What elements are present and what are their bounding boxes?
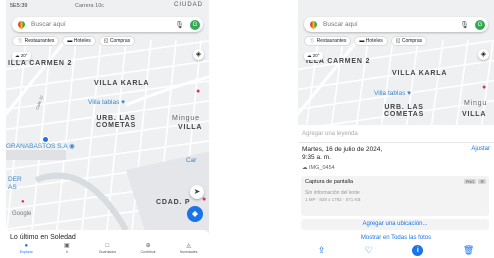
- park-pin-icon: ♥: [407, 90, 411, 97]
- show-all-photos-link[interactable]: Mostrar en Todas las fotos: [298, 235, 494, 241]
- sun-cloud-icon: ☁: [307, 53, 312, 58]
- my-location-dot: [42, 136, 49, 143]
- photo-date: Martes, 16 de julio de 2024, 9:35 a. m.: [302, 146, 383, 161]
- bag-icon: ◱: [395, 38, 401, 44]
- location-arrow-icon: ➤: [193, 187, 201, 196]
- map-label-urb: URB. LAS COMETAS: [384, 104, 425, 118]
- lens-info: Sin información del lente: [305, 190, 360, 196]
- poi-car[interactable]: Car: [186, 157, 196, 164]
- chip-restaurants[interactable]: 🍴 Restaurantes: [12, 36, 60, 46]
- shop-pin-icon: ◉: [69, 143, 75, 150]
- map-label-carmen: ILLA CARMEN 2: [8, 60, 73, 67]
- bag-icon: ◱: [103, 38, 109, 44]
- map-label-urb: URB. LAS COMETAS: [96, 115, 137, 129]
- map-label-mingueo: Mingue: [172, 115, 200, 122]
- bed-icon: ▬: [359, 38, 365, 44]
- map-label-cdad: CDAD. P: [156, 199, 191, 206]
- bottom-tab-bar: ● Explorar ▣ Ir □ Guardados ⊕ Contribuir ◬ No…: [6, 243, 209, 258]
- layers-button[interactable]: ◈: [193, 49, 204, 60]
- bell-icon: ◬: [186, 243, 191, 249]
- compass-button[interactable]: ➤: [190, 185, 204, 199]
- explore-icon: ●: [24, 243, 29, 249]
- red-pin-icon-2[interactable]: ●: [202, 196, 206, 203]
- map-label-karla: VILLA KARLA: [94, 80, 150, 87]
- search-bar[interactable]: Buscar aquí 🎙 G: [12, 17, 203, 32]
- tab-contribute[interactable]: ⊕ Contribuir: [128, 243, 169, 258]
- image-name: ☁ IMG_0454: [302, 165, 335, 171]
- park-pin-icon: ♥: [121, 99, 125, 106]
- maps-pin-icon: [308, 19, 319, 30]
- fork-knife-icon: 🍴: [17, 38, 24, 44]
- tab-saved[interactable]: □ Guardados: [87, 243, 128, 258]
- mic-icon[interactable]: 🎙: [175, 21, 184, 29]
- chip-restaurants[interactable]: 🍴 Restaurantes: [304, 36, 352, 46]
- layers-icon: ◈: [195, 51, 202, 58]
- weather-badge[interactable]: ☁ 20°: [12, 52, 31, 60]
- avatar[interactable]: G: [190, 19, 200, 30]
- info-icon[interactable]: i: [412, 245, 424, 256]
- photo-action-bar: ⇪ ♡ i 🗑: [298, 243, 494, 258]
- source-title: Captura de pantalla: [305, 179, 354, 185]
- poi-villa-tablas[interactable]: Villa tablas ♥: [374, 90, 411, 97]
- map-label-villa-right: VILLA: [462, 111, 487, 118]
- tab-go[interactable]: ▣ Ir: [47, 243, 88, 258]
- format-badge: PNG: [463, 179, 477, 184]
- caption-input[interactable]: Agregar una leyenda: [302, 131, 358, 137]
- chip-shopping[interactable]: ◱ Compras: [98, 36, 136, 46]
- format-badges: PNG ☰: [463, 179, 486, 184]
- search-bar[interactable]: Buscar aquí 🎙 G: [304, 17, 488, 32]
- chip-hotels[interactable]: ▬ Hoteles: [354, 36, 388, 46]
- photo-info-panel: Agregar una leyenda Martes, 16 de julio …: [298, 125, 494, 258]
- metadata-card: Captura de pantalla PNG ☰ Sin informació…: [301, 176, 489, 216]
- maps-pin-icon: [16, 19, 27, 30]
- add-location-button[interactable]: Agregar una ubicación...: [301, 219, 489, 230]
- trash-icon[interactable]: 🗑: [463, 245, 474, 256]
- bed-icon: ▬: [67, 38, 73, 44]
- category-chips: 🍴 Restaurantes ▬ Hoteles ◱ Compras: [12, 36, 136, 46]
- bookmark-icon: □: [105, 243, 110, 249]
- plus-circle-icon: ⊕: [145, 243, 151, 249]
- red-pin-icon[interactable]: ●: [196, 88, 200, 95]
- options-badge[interactable]: ☰: [478, 179, 486, 184]
- cloud-icon: ☁: [302, 165, 308, 171]
- share-icon[interactable]: ⇪: [318, 245, 326, 256]
- maps-screen-left: ILLA CARMEN 2 VILLA KARLA Villa tablas ♥…: [6, 0, 209, 258]
- mic-icon[interactable]: 🎙: [460, 21, 469, 29]
- directions-button[interactable]: ◆: [187, 206, 203, 222]
- tab-explore[interactable]: ● Explorar: [6, 243, 47, 258]
- poi-granabastos[interactable]: GRANABASTOS S.A ◉: [6, 142, 75, 150]
- status-bar: 5E5:39 Carrera 10c: [10, 3, 105, 9]
- status-city: CIUDAD: [174, 2, 204, 8]
- map-label-villa-right: VILLA: [178, 124, 203, 131]
- sun-cloud-icon: ☁: [15, 53, 20, 58]
- search-input[interactable]: Buscar aquí: [323, 21, 460, 28]
- photo-info-screen-right: ILLA CARMEN 2 VILLA KARLA Villa tablas ♥…: [298, 0, 494, 258]
- poi-villa-tablas[interactable]: Villa tablas ♥: [88, 99, 125, 106]
- tab-updates[interactable]: ◬ Novedades: [168, 243, 209, 258]
- avatar[interactable]: G: [475, 19, 485, 30]
- layers-icon: ◈: [480, 51, 487, 58]
- chip-hotels[interactable]: ▬ Hoteles: [62, 36, 96, 46]
- red-pin-icon[interactable]: ●: [482, 84, 486, 91]
- poi-der-as[interactable]: DER AS: [8, 176, 22, 192]
- chip-shopping[interactable]: ◱ Compras: [390, 36, 428, 46]
- car-icon: ▣: [64, 243, 70, 249]
- category-chips: 🍴 Restaurantes ▬ Hoteles ◱ Compras: [304, 36, 428, 46]
- map-label-mingueo: Mingu: [464, 100, 488, 107]
- menu-icon: ☰: [480, 179, 484, 184]
- layers-button[interactable]: ◈: [478, 49, 489, 60]
- heart-icon[interactable]: ♡: [365, 245, 373, 256]
- image-specs: 1 MP · 828 x 1792 · 571 KB: [305, 197, 361, 202]
- map-label-karla: VILLA KARLA: [392, 70, 448, 77]
- google-logo: Google: [12, 211, 32, 217]
- divider: [298, 142, 494, 143]
- red-pin-icon-3[interactable]: ●: [21, 199, 25, 205]
- directions-icon: ◆: [191, 209, 199, 218]
- sheet-title: Lo último en Soledad: [10, 234, 76, 241]
- adjust-button[interactable]: Ajustar: [471, 146, 490, 152]
- fork-knife-icon: 🍴: [309, 38, 316, 44]
- weather-badge[interactable]: ☁ 20°: [304, 52, 323, 60]
- search-input[interactable]: Buscar aquí: [31, 21, 175, 28]
